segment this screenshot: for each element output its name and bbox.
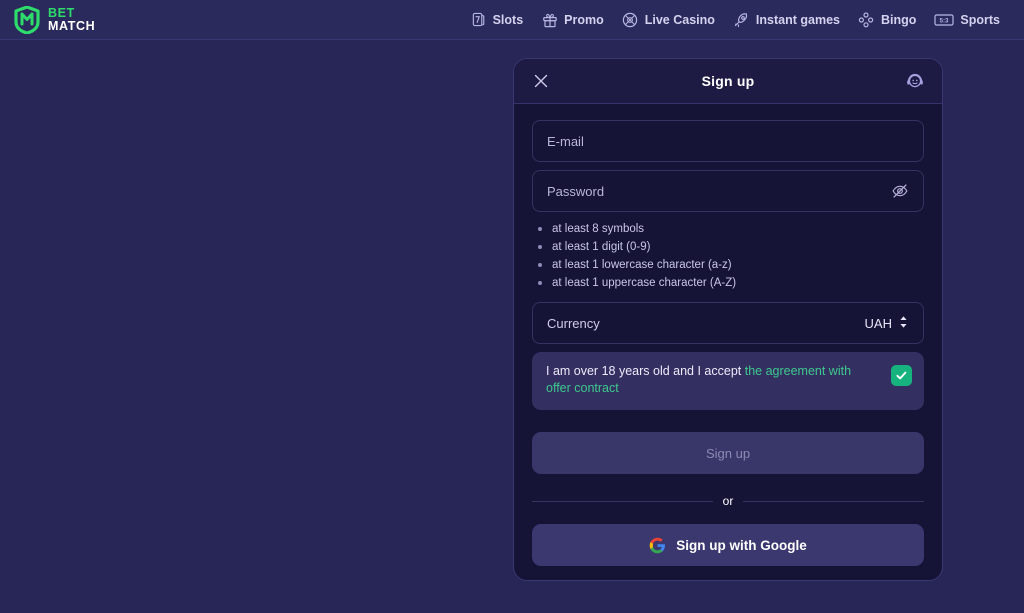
modal-body: E-mail Password at least 8 symbols at le… [514, 104, 942, 566]
password-rule: at least 8 symbols [538, 220, 924, 238]
bullet-dot-icon [538, 227, 542, 231]
divider-label: or [722, 494, 734, 508]
nav-item-promo[interactable]: Promo [541, 11, 604, 28]
main-nav: Slots Promo Live Casino Instant games Bi… [470, 11, 1010, 28]
nav-label-instant-games: Instant games [755, 12, 840, 27]
brand-wordmark: BET MATCH [48, 5, 96, 33]
password-rule-text: at least 1 lowercase character (a-z) [552, 258, 732, 271]
nav-label-promo: Promo [564, 12, 604, 27]
support-headset-icon[interactable] [904, 70, 926, 92]
password-placeholder: Password [547, 183, 605, 199]
bingo-balls-icon [858, 11, 875, 28]
brand-line-match: MATCH [48, 18, 96, 33]
nav-item-bingo[interactable]: Bingo [858, 11, 916, 28]
email-placeholder: E-mail [547, 133, 584, 149]
bullet-dot-icon [538, 263, 542, 267]
bullet-dot-icon [538, 245, 542, 249]
signup-submit-label: Sign up [705, 445, 751, 461]
bullet-dot-icon [538, 281, 542, 285]
divider-line-right [743, 500, 925, 502]
agreement-text: I am over 18 years old and I accept the … [546, 363, 881, 397]
password-rule: at least 1 digit (0-9) [538, 238, 924, 256]
age-agreement-row[interactable]: I am over 18 years old and I accept the … [532, 352, 924, 410]
currency-value: UAH [864, 315, 892, 331]
currency-value-wrap: UAH [865, 315, 909, 332]
signup-submit-button[interactable]: Sign up [532, 432, 924, 474]
brand-logo[interactable]: BET MATCH [14, 5, 96, 34]
nav-label-bingo: Bingo [880, 12, 917, 27]
google-signup-label: Sign up with Google [676, 537, 807, 553]
nav-item-instant-games[interactable]: Instant games [733, 11, 840, 28]
password-rule-text: at least 8 symbols [552, 222, 645, 235]
email-field[interactable]: E-mail [532, 120, 924, 162]
signup-modal: Sign up E-mail Password at least 8 symbo… [513, 58, 943, 581]
nav-label-sports: Sports [960, 12, 1000, 27]
google-g-icon [649, 537, 666, 554]
google-signup-button[interactable]: Sign up with Google [532, 524, 924, 566]
roulette-wheel-icon [622, 11, 639, 28]
scoreboard-icon: 5:3 [934, 11, 955, 28]
divider-line-left [532, 500, 713, 502]
gift-box-icon [541, 11, 558, 28]
agreement-checkbox[interactable] [891, 365, 912, 386]
close-icon[interactable] [530, 70, 552, 92]
password-rule-text: at least 1 digit (0-9) [552, 240, 651, 253]
or-divider: or [532, 494, 925, 508]
top-header: BET MATCH Slots Promo Live Casino Instan… [0, 0, 1024, 40]
chevron-updown-icon [898, 315, 909, 332]
modal-header: Sign up [514, 59, 942, 104]
password-rule-text: at least 1 uppercase character (A-Z) [552, 276, 737, 289]
brand-line-bet: BET [48, 5, 75, 20]
shield-m-logo-icon [14, 5, 40, 34]
currency-label: Currency [547, 315, 600, 331]
modal-title: Sign up [701, 73, 755, 89]
password-rule: at least 1 lowercase character (a-z) [538, 256, 924, 274]
nav-label-live-casino: Live Casino [644, 12, 715, 27]
currency-select[interactable]: Currency UAH [532, 302, 924, 344]
nav-item-sports[interactable]: 5:3 Sports [934, 11, 1000, 28]
nav-item-live-casino[interactable]: Live Casino [622, 11, 715, 28]
rocket-icon [733, 11, 750, 28]
agreement-text-before: I am over 18 years old and I accept [546, 364, 745, 378]
nav-item-slots[interactable]: Slots [470, 11, 524, 28]
password-rules-list: at least 8 symbols at least 1 digit (0-9… [538, 220, 924, 292]
nav-label-slots: Slots [492, 12, 524, 27]
password-field[interactable]: Password [532, 170, 924, 212]
svg-text:5:3: 5:3 [940, 17, 950, 24]
password-rule: at least 1 uppercase character (A-Z) [538, 274, 924, 292]
eye-off-icon[interactable] [891, 182, 909, 200]
slot-card-seven-icon [470, 11, 487, 28]
